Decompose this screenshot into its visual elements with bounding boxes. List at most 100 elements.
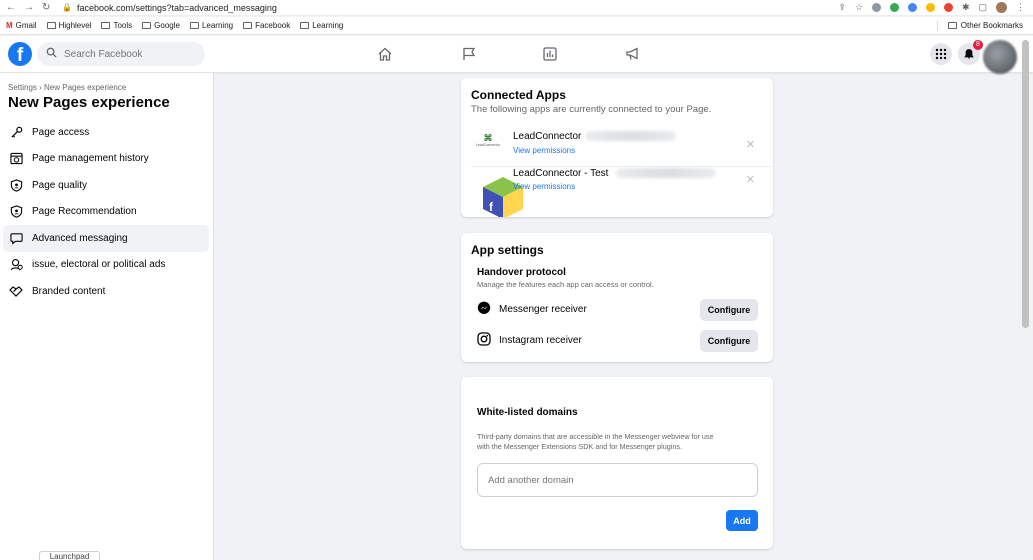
menu-dots-icon[interactable]: ⋮ bbox=[1016, 2, 1025, 13]
profile-icon[interactable] bbox=[996, 2, 1007, 13]
facebook-logo[interactable]: f bbox=[8, 42, 32, 66]
leadconnector-logo: ⌘ LeadConnector bbox=[472, 134, 504, 152]
domain-input[interactable] bbox=[477, 463, 758, 497]
redacted-text bbox=[616, 168, 716, 178]
back-arrow-icon[interactable]: ← bbox=[6, 2, 16, 13]
extension-icon[interactable] bbox=[889, 3, 899, 12]
bookmark-star-icon[interactable]: ☆ bbox=[855, 2, 863, 13]
sidebar-item-label: Page quality bbox=[32, 179, 88, 191]
megaphone-icon[interactable] bbox=[625, 46, 641, 62]
bookmark-tools[interactable]: Tools bbox=[101, 21, 132, 30]
folder-icon bbox=[46, 22, 56, 29]
search-icon bbox=[46, 47, 57, 61]
avatar[interactable] bbox=[983, 40, 1017, 74]
folder-icon bbox=[142, 22, 152, 29]
sidebar-item-label: Branded content bbox=[32, 285, 106, 297]
folder-icon bbox=[300, 22, 310, 29]
scrollbar[interactable] bbox=[1022, 40, 1029, 328]
facebook-header: f 8 bbox=[0, 36, 1033, 72]
sidebar-item-page-quality[interactable]: Page quality bbox=[3, 172, 209, 199]
launchpad-tab[interactable]: Launchpad bbox=[39, 551, 100, 560]
home-icon[interactable] bbox=[377, 46, 393, 62]
whitelisted-domains-card: White-listed domains Third-party domains… bbox=[461, 377, 773, 549]
sidebar-item-branded-content[interactable]: Branded content bbox=[3, 278, 209, 305]
list-item: ⌘ LeadConnector LeadConnector View permi… bbox=[461, 121, 773, 167]
extension-icon[interactable] bbox=[871, 3, 881, 12]
bookmark-learning[interactable]: Learning bbox=[189, 21, 233, 30]
folder-icon bbox=[189, 22, 199, 29]
url-text[interactable]: facebook.com/settings?tab=advanced_messa… bbox=[77, 3, 277, 13]
notifications-button[interactable]: 8 bbox=[958, 40, 983, 65]
extension-icon[interactable] bbox=[907, 3, 917, 12]
app-settings-card: App settings Handover protocol Manage th… bbox=[461, 233, 773, 362]
sidebar-item-advanced-messaging[interactable]: Advanced messaging bbox=[3, 225, 209, 252]
bookmark-facebook[interactable]: Facebook bbox=[243, 21, 290, 30]
folder-icon bbox=[243, 22, 253, 29]
bookmark-gmail[interactable]: M Gmail bbox=[6, 21, 37, 30]
close-icon[interactable]: ✕ bbox=[746, 173, 755, 186]
bookmark-google[interactable]: Google bbox=[142, 21, 180, 30]
share-icon[interactable]: ⇪ bbox=[838, 2, 846, 13]
view-permissions-link[interactable]: View permissions bbox=[513, 146, 575, 155]
connected-apps-subtitle: The following apps are currently connect… bbox=[471, 104, 712, 115]
add-domain-button[interactable]: Add bbox=[726, 510, 758, 531]
search-input[interactable] bbox=[64, 48, 194, 60]
messenger-icon bbox=[477, 301, 491, 318]
insights-icon[interactable] bbox=[542, 46, 558, 62]
messenger-configure-button[interactable]: Configure bbox=[700, 299, 758, 321]
handover-protocol-description: Manage the features each app can access … bbox=[477, 280, 654, 289]
gmail-icon: M bbox=[6, 21, 13, 30]
bell-icon bbox=[964, 49, 974, 59]
view-permissions-link[interactable]: View permissions bbox=[513, 182, 575, 191]
puzzle-icon[interactable]: ✱ bbox=[962, 2, 970, 13]
folder-icon bbox=[947, 22, 957, 29]
app-name: LeadConnector - Test bbox=[513, 168, 609, 179]
sidebar-item-page-access[interactable]: Page access bbox=[3, 119, 209, 146]
flag-icon[interactable] bbox=[461, 46, 477, 62]
page-title: New Pages experience bbox=[8, 94, 170, 111]
breadcrumb[interactable]: Settings › New Pages experience bbox=[8, 83, 126, 92]
close-icon[interactable]: ✕ bbox=[746, 138, 755, 151]
instagram-icon bbox=[477, 332, 491, 349]
instagram-configure-button[interactable]: Configure bbox=[700, 330, 758, 352]
divider bbox=[936, 20, 938, 31]
redacted-text bbox=[586, 131, 676, 141]
bookmark-highlevel[interactable]: Highlevel bbox=[46, 21, 91, 30]
whitelisted-domains-description: Third-party domains that are accessible … bbox=[477, 432, 714, 451]
shield-icon bbox=[9, 178, 23, 192]
browser-nav: ← → ↻ bbox=[0, 2, 62, 13]
address-bar[interactable]: 🔒 facebook.com/settings?tab=advanced_mes… bbox=[62, 3, 277, 13]
bookmark-learning-2[interactable]: Learning bbox=[300, 21, 343, 30]
lock-icon: 🔒 bbox=[62, 3, 72, 12]
list-item: f LeadConnector - Test View permissions … bbox=[461, 167, 773, 217]
logo-mark-icon: ⌘ bbox=[483, 133, 493, 143]
messenger-receiver-label: Messenger receiver bbox=[499, 304, 587, 315]
browser-actions: ⇪ ☆ ✱ ▢ ⋮ bbox=[838, 2, 1033, 13]
app-name: LeadConnector bbox=[513, 131, 582, 142]
instagram-receiver-label: Instagram receiver bbox=[499, 335, 582, 346]
other-bookmarks[interactable]: Other Bookmarks bbox=[936, 20, 1033, 31]
whitelisted-domains-title: White-listed domains bbox=[477, 407, 578, 418]
messenger-receiver-row: Messenger receiver bbox=[477, 301, 587, 318]
sidepanel-icon[interactable]: ▢ bbox=[978, 2, 987, 13]
sidebar-item-label: Advanced messaging bbox=[32, 232, 128, 244]
app-settings-title: App settings bbox=[471, 243, 544, 257]
sidebar-item-page-recommendation[interactable]: Page Recommendation bbox=[3, 199, 209, 226]
extension-icon[interactable] bbox=[925, 3, 935, 12]
connected-apps-title: Connected Apps bbox=[471, 88, 566, 102]
apps-menu-button[interactable] bbox=[930, 43, 952, 65]
browser-toolbar: ← → ↻ 🔒 facebook.com/settings?tab=advanc… bbox=[0, 0, 1033, 16]
sidebar-item-political-ads[interactable]: issue, electoral or political ads bbox=[3, 252, 209, 279]
forward-arrow-icon[interactable]: → bbox=[24, 2, 34, 13]
sidebar-item-label: Page Recommendation bbox=[32, 206, 137, 218]
notification-badge: 8 bbox=[973, 40, 983, 50]
sidebar-item-label: Page access bbox=[32, 126, 90, 138]
extension-icon[interactable] bbox=[943, 3, 953, 12]
sidebar-item-page-management-history[interactable]: Page management history bbox=[3, 146, 209, 173]
bookmarks-bar: M Gmail Highlevel Tools Google Learning F… bbox=[0, 17, 1033, 35]
reload-icon[interactable]: ↻ bbox=[42, 2, 50, 13]
recommendation-icon bbox=[9, 205, 23, 219]
grid-icon bbox=[935, 48, 947, 60]
search-box[interactable] bbox=[37, 42, 205, 66]
sidebar-item-label: issue, electoral or political ads bbox=[32, 259, 166, 271]
